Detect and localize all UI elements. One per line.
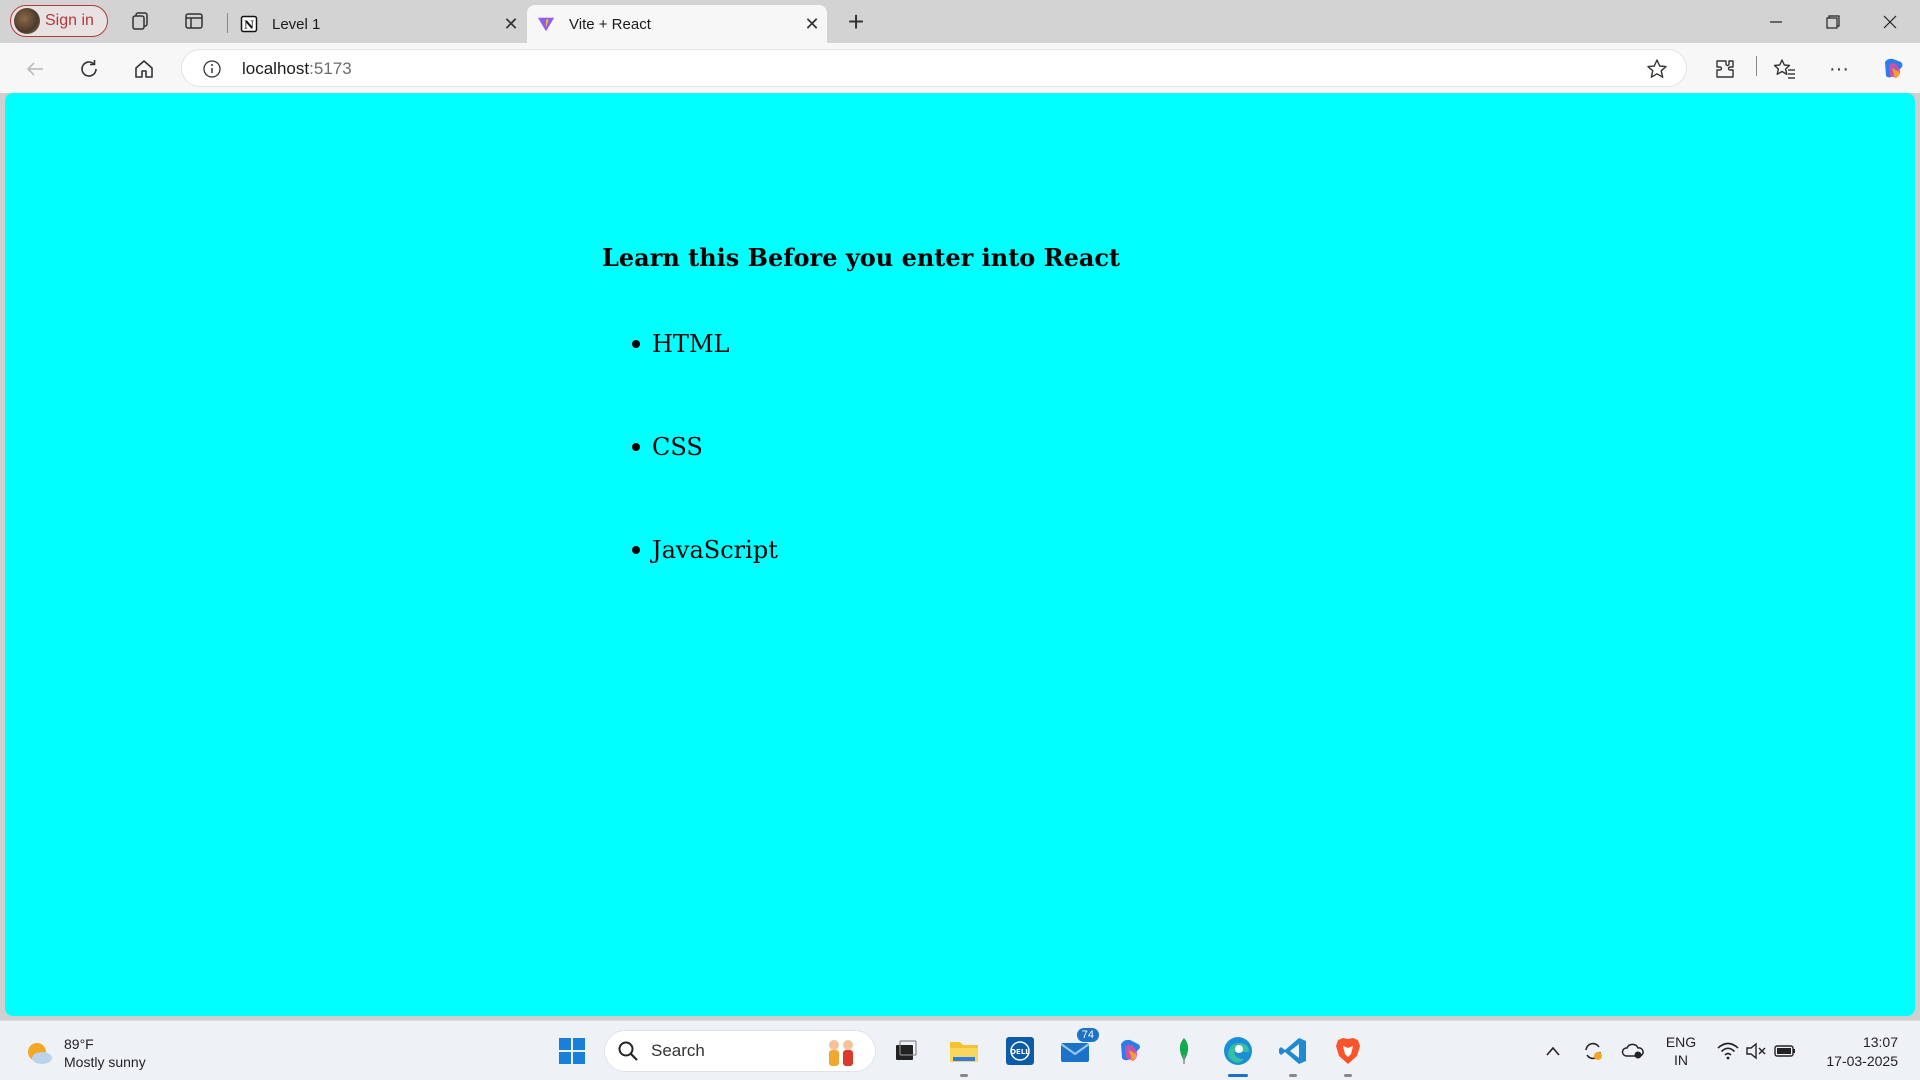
onedrive-icon[interactable]	[1618, 1031, 1648, 1071]
restore-button[interactable]	[1805, 0, 1861, 43]
search-highlight-icon	[829, 1040, 853, 1066]
file-explorer-icon[interactable]	[944, 1031, 984, 1077]
new-tab-button[interactable]: +	[840, 6, 872, 38]
workspaces-icon[interactable]	[129, 9, 153, 33]
favorites-icon[interactable]	[1768, 52, 1802, 86]
extensions-icon[interactable]	[1708, 52, 1742, 86]
sync-icon[interactable]	[1578, 1031, 1608, 1071]
show-hidden-icons-icon[interactable]	[1538, 1031, 1568, 1071]
clock[interactable]: 13:07 17-03-2025	[1826, 1033, 1898, 1071]
taskbar: 89°F Mostly sunny Search DELL 74 ENG IN …	[0, 1020, 1920, 1080]
copilot-taskbar-icon[interactable]	[1110, 1031, 1150, 1071]
tab-level-1[interactable]: N Level 1 ✕	[230, 5, 526, 43]
weather-widget[interactable]: 89°F Mostly sunny	[24, 1035, 146, 1071]
wifi-icon[interactable]	[1714, 1031, 1742, 1071]
running-indicator	[1289, 1074, 1297, 1077]
tab-vite-react[interactable]: Vite + React ✕	[527, 5, 827, 43]
list-item: JavaScript	[632, 536, 1120, 639]
vscode-icon[interactable]	[1273, 1031, 1313, 1077]
topic-list: HTML CSS JavaScript	[632, 330, 1120, 639]
sign-in-button[interactable]: Sign in	[10, 5, 108, 37]
svg-text:DELL: DELL	[1010, 1048, 1030, 1056]
close-tab-icon[interactable]: ✕	[496, 14, 526, 35]
mongodb-icon[interactable]	[1164, 1031, 1204, 1071]
url-host: localhost	[242, 59, 310, 78]
copilot-icon[interactable]	[1876, 52, 1910, 86]
taskbar-search[interactable]: Search	[604, 1030, 876, 1072]
language-indicator[interactable]: ENG IN	[1660, 1031, 1702, 1071]
svg-text:N: N	[244, 19, 254, 32]
dell-app-icon[interactable]: DELL	[1000, 1031, 1040, 1071]
brave-icon[interactable]	[1328, 1031, 1368, 1077]
close-window-button[interactable]	[1862, 0, 1918, 43]
running-indicator	[1344, 1074, 1352, 1077]
running-indicator	[960, 1074, 968, 1077]
language-code: ENG	[1665, 1034, 1697, 1050]
start-button[interactable]	[552, 1031, 592, 1071]
weather-temp: 89°F	[64, 1036, 94, 1052]
weather-desc: Mostly sunny	[64, 1054, 146, 1070]
tab-strip: Sign in N Level 1 ✕ Vite + React ✕ +	[0, 0, 1920, 43]
volume-muted-icon[interactable]	[1742, 1031, 1770, 1071]
address-bar[interactable]: localhost:5173	[181, 49, 1687, 87]
mail-badge: 74	[1076, 1028, 1099, 1042]
page-heading: Learn this Before you enter into React	[602, 243, 1121, 272]
browser-toolbar: localhost:5173 ···	[0, 43, 1920, 93]
site-info-icon[interactable]	[202, 59, 222, 79]
search-icon	[618, 1041, 638, 1061]
vertical-tabs-icon[interactable]	[182, 9, 206, 33]
profile-avatar	[14, 8, 40, 34]
favorite-star-icon[interactable]	[1646, 58, 1668, 80]
minimize-button[interactable]	[1748, 0, 1804, 43]
clock-date: 17-03-2025	[1826, 1053, 1898, 1069]
search-label: Search	[651, 1041, 705, 1060]
clock-time: 13:07	[1862, 1034, 1898, 1050]
toolbar-separator	[1756, 56, 1757, 76]
list-item: CSS	[632, 433, 1120, 536]
page-content: Learn this Before you enter into React H…	[602, 243, 1120, 639]
battery-icon[interactable]	[1770, 1031, 1800, 1071]
sign-in-label: Sign in	[45, 12, 94, 29]
back-button[interactable]	[18, 52, 52, 86]
region-code: IN	[1674, 1052, 1688, 1068]
tab-title: Level 1	[272, 15, 321, 33]
tab-title: Vite + React	[569, 15, 651, 33]
close-tab-icon[interactable]: ✕	[797, 14, 827, 35]
vite-icon	[537, 15, 555, 33]
home-button[interactable]	[127, 52, 161, 86]
mail-icon[interactable]: 74	[1055, 1028, 1099, 1071]
page-viewport: Learn this Before you enter into React H…	[5, 93, 1915, 1016]
edge-icon[interactable]	[1218, 1031, 1258, 1077]
task-view-icon[interactable]	[886, 1031, 926, 1071]
url-port: :5173	[309, 59, 352, 78]
tab-separator	[227, 13, 228, 33]
notion-icon: N	[240, 15, 258, 33]
weather-sun-icon	[28, 1043, 52, 1064]
list-item: HTML	[632, 330, 1120, 433]
running-indicator	[1228, 1074, 1248, 1077]
more-options-icon[interactable]: ···	[1822, 52, 1856, 86]
refresh-button[interactable]	[72, 52, 106, 86]
url-text[interactable]: localhost:5173	[242, 59, 352, 79]
